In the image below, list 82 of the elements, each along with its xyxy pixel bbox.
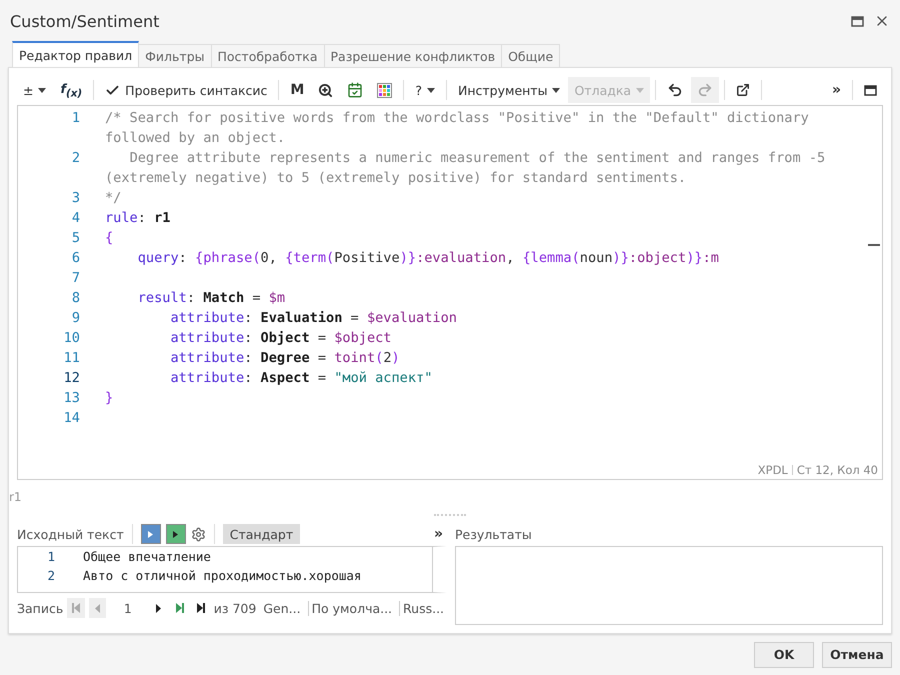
- undo-icon: [667, 82, 684, 98]
- redo-icon: [697, 82, 714, 98]
- line-number: 13: [62, 389, 80, 408]
- maximize-icon[interactable]: [851, 16, 864, 26]
- calendar-check-icon: [347, 82, 364, 98]
- run-button[interactable]: [140, 524, 161, 544]
- dropdown-button[interactable]: Инструменты: [452, 77, 566, 103]
- last-icon: [176, 603, 184, 613]
- line-number: 10: [62, 329, 80, 348]
- line-number: 9: [70, 309, 80, 328]
- caret-icon: [427, 88, 435, 92]
- line-number: 11: [62, 349, 80, 368]
- previous-icon: [94, 604, 100, 612]
- function-button[interactable]: f$_{(x)}$: [54, 77, 88, 103]
- toolbar-button[interactable]: »: [826, 77, 847, 103]
- status-field[interactable]: Gen...: [260, 600, 304, 616]
- tab[interactable]: Редактор правил: [12, 41, 140, 67]
- code-line: {: [105, 229, 114, 248]
- line-number: 6: [70, 249, 80, 268]
- cursor-position: Ст 12, Кол 40: [796, 463, 878, 477]
- tab[interactable]: Общие: [501, 44, 560, 67]
- caret-icon: [38, 88, 46, 92]
- code-line: }: [105, 389, 114, 408]
- first-icon: [72, 603, 80, 613]
- zoom-icon: [318, 82, 334, 98]
- color-grid-icon: [377, 82, 392, 98]
- code-line: attribute: Evaluation = $evaluation: [169, 309, 458, 328]
- scroll-marker: [868, 244, 880, 246]
- dropdown-button[interactable]: ±: [17, 77, 52, 103]
- maximize-icon: [864, 84, 877, 96]
- line-number: 7: [70, 269, 80, 288]
- expand-button[interactable]: »: [430, 521, 447, 547]
- status-field[interactable]: Russ...: [399, 600, 448, 616]
- line-number: 1: [70, 109, 80, 128]
- line-number: 1: [46, 548, 55, 566]
- panel-title: Результаты: [455, 526, 532, 542]
- line-number: 4: [70, 209, 80, 228]
- splitter-handle[interactable]: [434, 514, 466, 516]
- next-icon: [156, 604, 161, 612]
- code-line: attribute: Degree = toint(2): [169, 349, 401, 368]
- window-title: Custom/Sentiment: [10, 12, 160, 30]
- record-number: 1: [122, 600, 133, 616]
- ok-button[interactable]: OK: [754, 642, 814, 668]
- source-line: Общее впечатление: [83, 548, 211, 566]
- record-label: Запись: [17, 600, 64, 616]
- source-line: Авто с отличной проходимостью.хорошая: [83, 567, 362, 585]
- code-line: */: [105, 189, 122, 208]
- tab[interactable]: Разрешение конфликтов: [324, 44, 502, 67]
- caret-icon: [636, 88, 644, 92]
- tab[interactable]: Фильтры: [138, 44, 212, 67]
- external-link-icon: [736, 83, 750, 97]
- line-number: 12: [62, 369, 80, 388]
- line-number: 2: [46, 567, 55, 585]
- dropdown-button[interactable]: ?: [409, 77, 441, 103]
- code-line: Degree attribute represents a numeric measurement of the sentiment and ranges from -5 (extremely negative) to 5 (extremely positive) for standard sentiments.: [105, 149, 826, 188]
- line-number: 5: [70, 229, 80, 248]
- language-label: XPDL: [758, 463, 788, 477]
- mode-toggle[interactable]: Стандарт: [222, 524, 300, 544]
- code-line: attribute: Aspect = "мой аспект": [169, 369, 434, 388]
- line-number: 14: [62, 409, 80, 428]
- rule-name: r1: [9, 490, 23, 504]
- code-line: /* Search for positive words from the wordclass "Positive" in the "Default" dictionary followed by an object.: [105, 109, 810, 148]
- code-line: attribute: Object = $object: [169, 329, 392, 348]
- line-number: 2: [70, 149, 80, 168]
- line-number: 3: [70, 189, 80, 208]
- line-number: 8: [70, 289, 80, 308]
- caret-icon: [552, 88, 560, 92]
- code-line: rule: r1: [105, 209, 172, 228]
- check-syntax-button[interactable]: Проверить синтаксис: [99, 77, 274, 103]
- code-line: query: {phrase(0, {term(Positive)}:evaluation, {lemma(noun)}:object)}:m: [136, 249, 720, 268]
- toolbar-button[interactable]: M: [284, 77, 310, 103]
- cancel-button[interactable]: Отмена: [822, 642, 892, 668]
- run-all-button[interactable]: [166, 524, 186, 544]
- code-line: result: Match = $m: [136, 289, 286, 308]
- settings-icon[interactable]: [190, 526, 206, 542]
- panel-title: Исходный текст: [17, 526, 124, 542]
- play-icon: [148, 530, 154, 538]
- status-field[interactable]: По умолча...: [308, 600, 396, 616]
- record-total: из 709: [214, 600, 256, 616]
- end-icon: [197, 603, 206, 613]
- tab[interactable]: Постобработка: [210, 44, 324, 67]
- play-icon: [173, 530, 178, 538]
